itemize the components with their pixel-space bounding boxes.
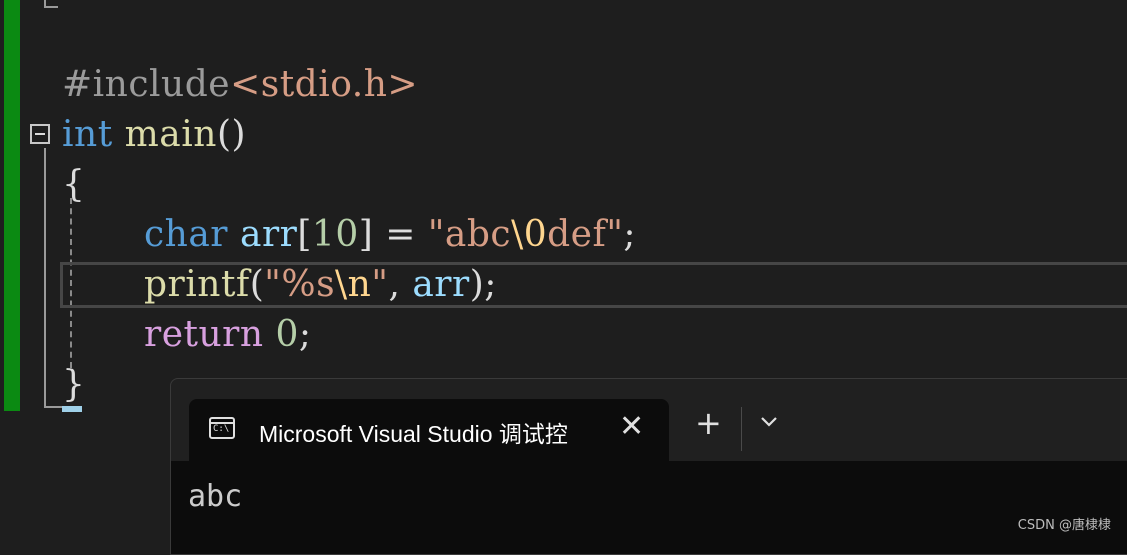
text-cursor: [62, 406, 82, 412]
quote-open: ": [427, 214, 445, 255]
keyword-int: int: [62, 114, 113, 155]
terminal-icon-label: C:\: [213, 424, 230, 434]
terminal-output: abc: [188, 479, 243, 514]
string-part-1: abc: [444, 214, 512, 255]
semicolon: ;: [484, 264, 497, 305]
terminal-window[interactable]: C:\ Microsoft Visual Studio 调试控 ✕ + abc: [170, 378, 1127, 555]
quote-open: ": [264, 264, 282, 305]
array-size: 10: [311, 214, 359, 255]
format-specifier: %s: [281, 264, 336, 305]
open-brace: {: [62, 164, 86, 205]
chevron-down-icon[interactable]: [759, 415, 779, 435]
semicolon: ;: [623, 214, 637, 255]
escape-null: \0: [511, 214, 548, 255]
fold-guide-top: [44, 0, 58, 8]
include-header: <stdio.h>: [230, 64, 419, 105]
close-brace: }: [62, 364, 86, 405]
argument-arr: arr: [412, 264, 470, 305]
function-printf: printf: [144, 264, 250, 305]
tab-separator: [741, 407, 742, 451]
keyword-return: return: [144, 314, 264, 355]
preprocessor-directive: #include: [62, 64, 231, 105]
new-tab-button[interactable]: +: [695, 407, 722, 439]
code-line-2[interactable]: int main(): [62, 110, 246, 160]
collapse-icon[interactable]: [30, 124, 50, 144]
close-icon[interactable]: ✕: [619, 409, 644, 444]
bracket-close: ]: [358, 214, 374, 255]
variable-arr: arr: [239, 214, 298, 255]
code-line-3[interactable]: {: [62, 160, 85, 210]
escape-newline: \n: [335, 264, 372, 305]
quote-close: ": [371, 264, 389, 305]
terminal-tab[interactable]: C:\ Microsoft Visual Studio 调试控 ✕: [189, 399, 669, 461]
code-line-6[interactable]: return 0;: [62, 310, 312, 360]
return-value: 0: [275, 314, 299, 355]
parens: (): [216, 114, 247, 155]
terminal-output-area[interactable]: abc: [171, 461, 1127, 554]
watermark: CSDN @唐棣棣: [1017, 518, 1111, 533]
code-line-4[interactable]: char arr[10] = "abc\0def";: [62, 210, 636, 260]
code-line-1[interactable]: #include<stdio.h>: [62, 60, 418, 110]
quote-close: ": [606, 214, 624, 255]
bracket-open: [: [297, 214, 312, 255]
code-line-7[interactable]: }: [62, 360, 85, 410]
fold-guide: [44, 148, 46, 408]
paren-close: ): [469, 264, 485, 305]
keyword-char: char: [144, 214, 229, 255]
terminal-icon: C:\: [209, 417, 235, 439]
tab-title: Microsoft Visual Studio 调试控: [259, 421, 568, 445]
assign-op: =: [373, 214, 428, 255]
semicolon: ;: [298, 314, 312, 355]
paren-open: (: [249, 264, 265, 305]
comma: ,: [388, 264, 413, 305]
code-line-5[interactable]: printf("%s\n", arr);: [62, 260, 497, 310]
function-name: main: [124, 114, 217, 155]
string-part-2: def: [547, 214, 607, 255]
change-indicator-bar: [4, 0, 20, 411]
